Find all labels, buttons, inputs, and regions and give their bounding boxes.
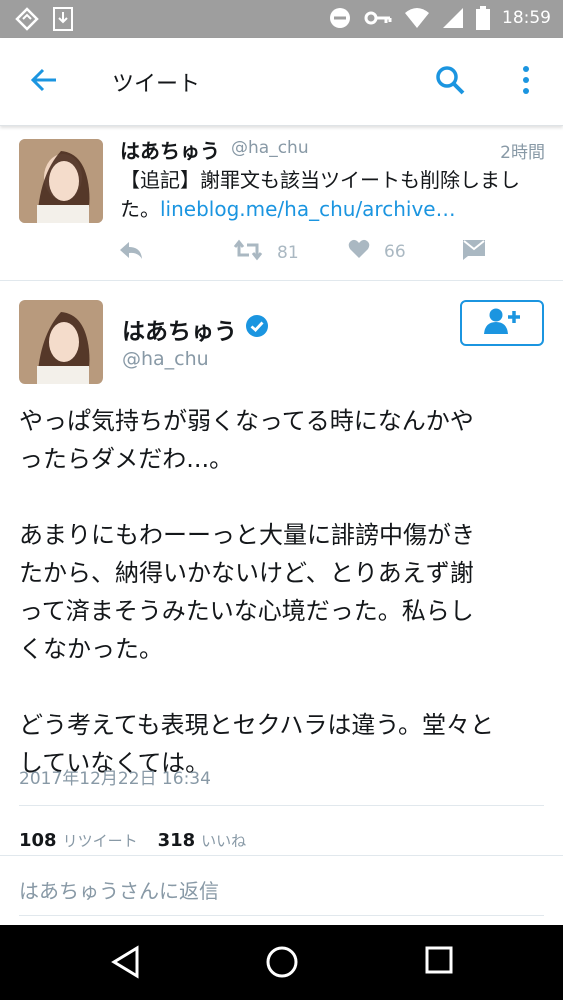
tweet-time: 2時間 — [500, 143, 545, 163]
more-vert-icon[interactable] — [520, 64, 532, 100]
retweet-button[interactable]: 81 — [233, 239, 299, 266]
tweet-stats: 108 リツイート 318 いいね — [19, 830, 266, 851]
tweet-actions: 81 66 — [0, 235, 563, 269]
divider — [0, 855, 563, 856]
tweet-body: やっぱ気持ちが弱くなってる時になんかや ったらダメだわ...。 あまりにもわーー… — [19, 407, 494, 777]
retweet-count: 81 — [277, 242, 299, 263]
display-name[interactable]: はあちゅう — [122, 312, 269, 346]
navigation-bar — [0, 925, 563, 1000]
user-handle: @ha_chu — [122, 348, 209, 370]
tweet-timestamp: 2017年12月22日 16:34 — [19, 769, 211, 789]
follow-button[interactable] — [460, 300, 544, 346]
tweet-link[interactable]: lineblog.me/ha_chu/archive… — [160, 197, 456, 221]
dm-icon — [462, 239, 486, 266]
reply-button[interactable] — [118, 239, 144, 266]
nav-home-icon[interactable] — [265, 945, 299, 983]
retweet-label[interactable]: リツイート — [63, 830, 138, 851]
download-icon — [52, 6, 74, 32]
reply-input[interactable]: はあちゅうさんに返信 — [19, 875, 219, 904]
avatar[interactable] — [19, 139, 103, 223]
follow-user-icon — [482, 307, 522, 339]
nav-back-icon[interactable] — [110, 945, 140, 983]
heart-icon — [348, 239, 370, 264]
back-arrow-icon[interactable] — [28, 64, 60, 100]
retweet-count[interactable]: 108 — [19, 830, 57, 851]
sync-icon — [14, 6, 40, 32]
wifi-icon — [404, 7, 430, 29]
dnd-icon — [328, 6, 352, 30]
like-count[interactable]: 318 — [158, 830, 196, 851]
dm-button[interactable] — [462, 239, 486, 266]
divider — [19, 915, 544, 916]
search-icon[interactable] — [434, 64, 466, 100]
display-name: はあちゅう — [120, 139, 220, 163]
retweet-icon — [233, 239, 263, 266]
tweet-text-line: た。lineblog.me/ha_chu/archive… — [120, 193, 456, 222]
clock-text: 18:59 — [502, 8, 551, 28]
app-bar: ツイート — [0, 38, 563, 126]
signal-icon — [442, 7, 464, 29]
key-icon — [364, 8, 392, 28]
tweet-header: はあちゅう @ha_chu — [0, 282, 563, 392]
tweet-text-prefix: た。 — [120, 197, 160, 221]
reply-icon — [118, 239, 144, 266]
nav-recents-icon[interactable] — [424, 945, 454, 979]
user-handle: @ha_chu — [231, 138, 309, 158]
divider — [19, 805, 544, 806]
battery-icon — [476, 6, 490, 30]
like-count: 66 — [384, 241, 406, 262]
avatar[interactable] — [19, 300, 103, 384]
page-title: ツイート — [112, 72, 201, 97]
like-label[interactable]: いいね — [201, 830, 246, 851]
status-bar: 18:59 — [0, 0, 563, 38]
verified-badge-icon — [245, 314, 269, 344]
previous-tweet[interactable]: はあちゅう @ha_chu 2時間 【追記】謝罪文も該当ツイートも削除しまし た… — [0, 127, 563, 281]
display-name-text: はあちゅう — [122, 319, 237, 345]
like-button[interactable]: 66 — [348, 239, 406, 264]
tweet-text-line: 【追記】謝罪文も該当ツイートも削除しまし — [120, 168, 520, 192]
